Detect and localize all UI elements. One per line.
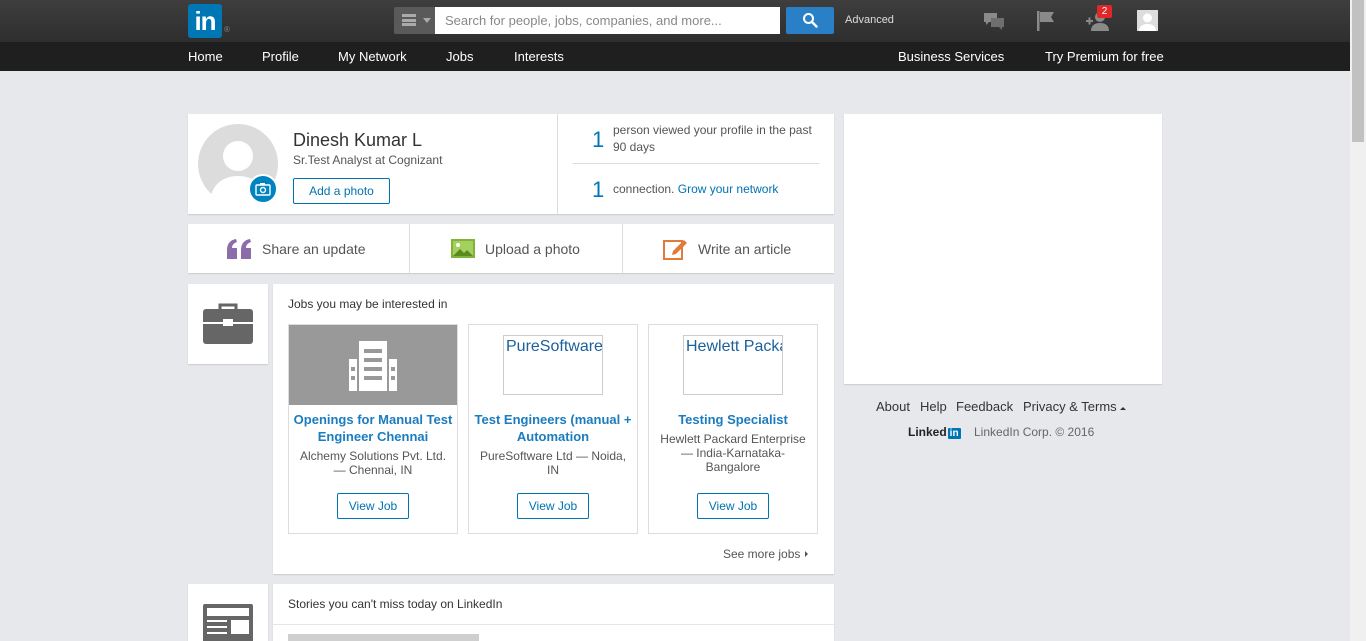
image-icon	[451, 239, 475, 258]
share-update-label: Share an update	[262, 241, 366, 257]
nav-profile[interactable]: Profile	[262, 49, 299, 64]
profile-name[interactable]: Dinesh Kumar L	[293, 130, 422, 151]
footer-linkedin-logo: Linked in	[908, 425, 961, 439]
main-nav: Home Profile My Network Jobs Interests B…	[0, 42, 1350, 71]
messages-icon[interactable]	[982, 9, 1006, 33]
advanced-search-link[interactable]: Advanced	[845, 14, 894, 26]
job-title[interactable]: Testing Specialist	[649, 411, 817, 428]
share-update-button[interactable]: Share an update	[188, 224, 409, 273]
profile-avatar-icon[interactable]	[1137, 10, 1158, 31]
search-icon	[803, 13, 818, 28]
company-logo-text: Hewlett Packard	[686, 338, 782, 355]
profile-views-text: person viewed your profile in the past 9…	[613, 123, 812, 154]
edit-article-icon	[663, 240, 687, 260]
story-image-placeholder[interactable]	[288, 634, 479, 641]
upload-photo-label: Upload a photo	[485, 241, 580, 257]
job-card[interactable]: PureSoftware Test Engineers (manual + Au…	[468, 324, 638, 534]
nav-jobs[interactable]: Jobs	[446, 49, 473, 64]
quote-icon	[227, 239, 251, 259]
card-divider	[557, 114, 558, 214]
search-category-dropdown[interactable]	[394, 7, 435, 34]
nav-interests[interactable]: Interests	[514, 49, 564, 64]
caret-up-icon	[1120, 407, 1127, 410]
jobs-section-title: Jobs you may be interested in	[288, 297, 448, 311]
company-logo: PureSoftware	[503, 335, 603, 395]
connections-count[interactable]: 1	[592, 177, 604, 203]
job-title[interactable]: Test Engineers (manual + Automation	[469, 411, 637, 445]
job-card[interactable]: Hewlett Packard Testing Specialist Hewle…	[648, 324, 818, 534]
connections-label: connection.	[613, 182, 675, 196]
stats-divider	[573, 163, 819, 164]
stories-divider	[273, 624, 834, 625]
chevron-down-icon	[423, 18, 431, 23]
newspaper-icon	[203, 604, 253, 641]
see-more-jobs-link[interactable]: See more jobs	[723, 547, 810, 561]
write-article-label: Write an article	[698, 241, 792, 257]
profile-headline: Sr.Test Analyst at Cognizant	[293, 153, 443, 167]
caret-right-icon	[804, 551, 808, 557]
footer-about[interactable]: About	[876, 399, 910, 414]
company-logo: Hewlett Packard	[683, 335, 783, 395]
footer-logo-text: Linked	[908, 425, 947, 439]
footer-privacy-terms[interactable]: Privacy & Terms	[1023, 399, 1127, 414]
building-icon	[349, 341, 397, 391]
view-job-button[interactable]: View Job	[337, 493, 409, 519]
stories-card	[273, 584, 834, 641]
nav-home[interactable]: Home	[188, 49, 223, 64]
add-photo-button[interactable]: Add a photo	[293, 178, 390, 204]
job-company: Hewlett Packard Enterprise — India-Karna…	[660, 432, 806, 474]
top-bar: in ® Advanced 2	[0, 0, 1350, 42]
jobs-icon-tile	[188, 284, 268, 364]
scrollbar-thumb[interactable]	[1352, 0, 1364, 142]
nav-business-services[interactable]: Business Services	[898, 49, 1004, 64]
footer-help[interactable]: Help	[920, 399, 947, 414]
view-job-button[interactable]: View Job	[517, 493, 589, 519]
ad-panel[interactable]	[844, 114, 1162, 384]
footer-privacy-label: Privacy & Terms	[1023, 399, 1117, 414]
stories-section-title: Stories you can't miss today on LinkedIn	[288, 597, 503, 611]
footer-logo-in: in	[947, 428, 961, 439]
nav-try-premium[interactable]: Try Premium for free	[1045, 49, 1164, 64]
company-placeholder	[289, 325, 457, 405]
more-options-icon[interactable]	[810, 277, 824, 290]
search-input[interactable]	[435, 7, 780, 34]
registered-mark: ®	[224, 25, 230, 34]
job-title[interactable]: Openings for Manual Test Engineer Chenna…	[289, 411, 457, 445]
job-company: PureSoftware Ltd — Noida, IN	[479, 449, 627, 477]
search-button[interactable]	[786, 7, 834, 34]
notification-badge: 2	[1097, 5, 1112, 18]
briefcase-icon	[203, 303, 253, 344]
upload-photo-button[interactable]: Upload a photo	[410, 224, 622, 273]
footer-feedback[interactable]: Feedback	[956, 399, 1013, 414]
job-company: Alchemy Solutions Pvt. Ltd. — Chennai, I…	[299, 449, 447, 477]
flag-icon[interactable]	[1034, 9, 1058, 33]
grow-network-link[interactable]: Grow your network	[678, 182, 779, 196]
job-card[interactable]: Openings for Manual Test Engineer Chenna…	[288, 324, 458, 534]
list-icon	[402, 14, 416, 26]
nav-my-network[interactable]: My Network	[338, 49, 407, 64]
see-more-jobs-label: See more jobs	[723, 547, 801, 561]
camera-icon[interactable]	[248, 174, 278, 204]
footer-copyright: LinkedIn Corp. © 2016	[974, 425, 1095, 439]
connections-text: connection. Grow your network	[613, 181, 778, 198]
company-logo-text: PureSoftware	[506, 338, 603, 355]
write-article-button[interactable]: Write an article	[623, 224, 834, 273]
profile-views-count[interactable]: 1	[592, 127, 604, 153]
view-job-button[interactable]: View Job	[697, 493, 769, 519]
linkedin-logo[interactable]: in	[188, 4, 222, 38]
stories-icon-tile	[188, 584, 268, 641]
